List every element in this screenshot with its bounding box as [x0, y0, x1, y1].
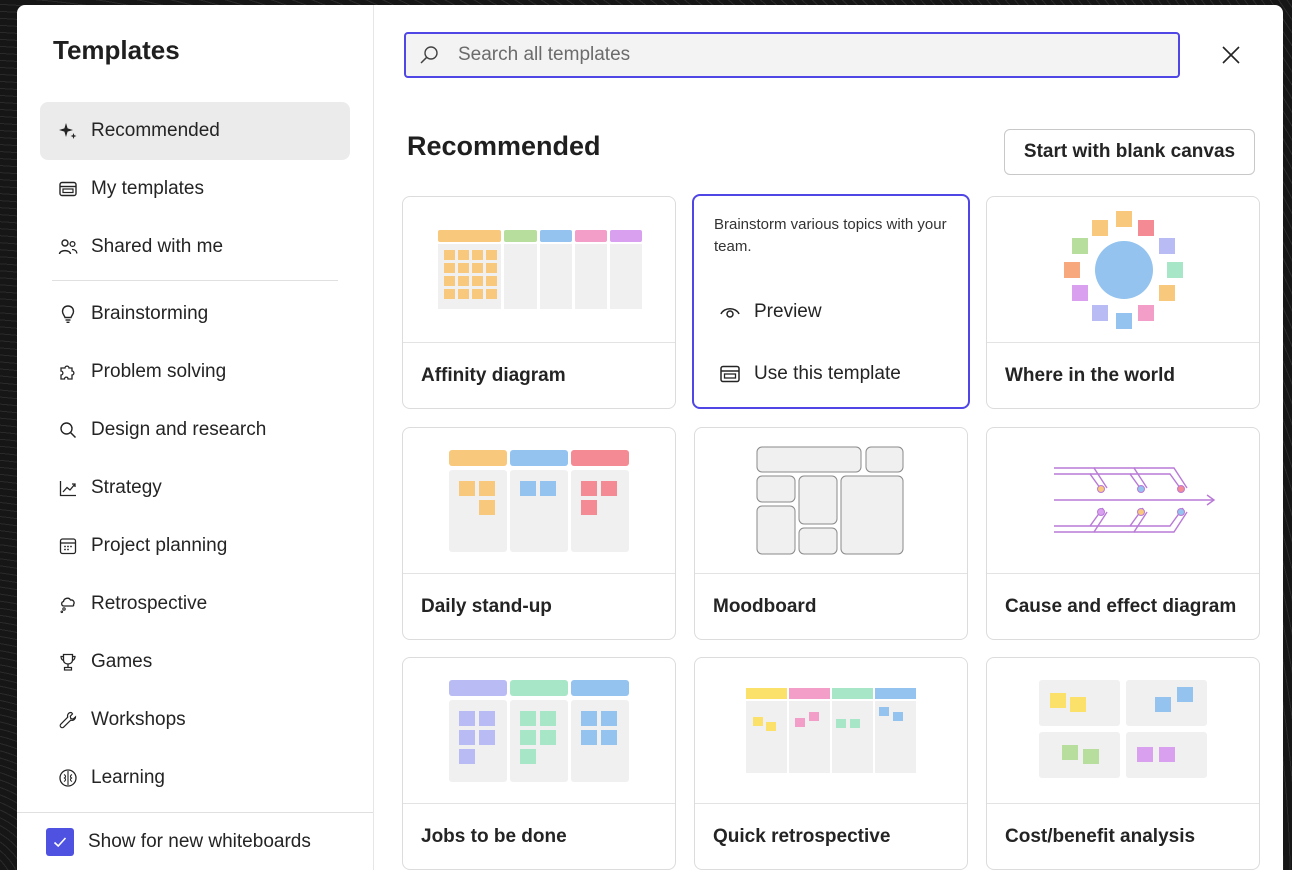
lightbulb-icon — [57, 303, 79, 325]
template-card-daily-stand-up[interactable]: Daily stand-up — [402, 427, 676, 640]
template-card-label: Affinity diagram — [421, 365, 566, 386]
search-icon — [420, 46, 438, 64]
sidebar-item-learning[interactable]: Learning — [40, 749, 350, 807]
sidebar-item-label: Retrospective — [91, 593, 208, 614]
sidebar-nav: Recommended My templates Shared with me — [40, 102, 350, 807]
template-card-label: Quick retrospective — [713, 826, 891, 847]
people-icon — [57, 236, 79, 258]
where-in-the-world-preview — [1064, 211, 1183, 329]
template-thumbnail — [403, 658, 675, 804]
sidebar-item-problem-solving[interactable]: Problem solving — [40, 343, 350, 401]
sidebar-item-label: Shared with me — [91, 236, 224, 257]
moodboard-preview — [756, 446, 904, 555]
template-thumbnail — [403, 428, 675, 574]
templates-dialog: Templates Recommended My templates Share… — [17, 5, 1283, 870]
search-icon — [57, 419, 79, 441]
template-thumbnail — [987, 658, 1259, 804]
template-thumbnail — [403, 197, 675, 343]
start-with-blank-canvas-button[interactable]: Start with blank canvas — [1004, 129, 1255, 175]
nav-divider — [52, 280, 338, 281]
template-card-moodboard[interactable]: Moodboard — [694, 427, 968, 640]
sidebar-item-label: Project planning — [91, 535, 228, 556]
show-for-new-whiteboards-checkbox[interactable] — [46, 827, 74, 856]
preview-label: Preview — [754, 301, 822, 322]
sidebar: Templates Recommended My templates Share… — [17, 5, 374, 870]
sidebar-item-label: Brainstorming — [91, 303, 209, 324]
template-card-cause-and-effect-diagram[interactable]: Cause and effect diagram — [986, 427, 1260, 640]
daily-stand-up-preview — [449, 450, 629, 552]
sidebar-item-label: Games — [91, 651, 153, 672]
wrench-icon — [57, 709, 79, 731]
template-thumbnail — [987, 197, 1259, 343]
calendar-icon — [57, 535, 79, 557]
template-card-brainstorm[interactable]: Brainstorm various topics with your team… — [692, 194, 970, 409]
sidebar-item-games[interactable]: Games — [40, 633, 350, 691]
search-input[interactable] — [458, 44, 1138, 66]
template-card-label: Jobs to be done — [421, 826, 567, 847]
sidebar-item-label: Workshops — [91, 709, 186, 730]
cause-and-effect-preview — [1054, 467, 1216, 533]
sidebar-item-label: Strategy — [91, 477, 162, 498]
sidebar-item-shared-with-me[interactable]: Shared with me — [40, 218, 350, 276]
template-icon — [718, 362, 742, 386]
template-card-label: Cost/benefit analysis — [1005, 826, 1196, 847]
sidebar-item-project-planning[interactable]: Project planning — [40, 517, 350, 575]
show-for-new-whiteboards-label: Show for new whiteboards — [88, 830, 311, 852]
sidebar-footer: Show for new whiteboards — [17, 812, 373, 870]
sidebar-item-strategy[interactable]: Strategy — [40, 459, 350, 517]
sparkle-icon — [57, 120, 79, 142]
use-this-template-label: Use this template — [754, 363, 901, 384]
preview-button[interactable]: Preview — [718, 300, 822, 324]
chart-line-icon — [57, 477, 79, 499]
close-button[interactable] — [1218, 42, 1244, 68]
sidebar-item-label: My templates — [91, 178, 204, 199]
sidebar-item-label: Recommended — [91, 120, 220, 141]
template-card-where-in-the-world[interactable]: Where in the world — [986, 196, 1260, 409]
template-card-label: Cause and effect diagram — [1005, 596, 1237, 617]
sidebar-item-workshops[interactable]: Workshops — [40, 691, 350, 749]
sidebar-title: Templates — [53, 35, 180, 65]
section-title: Recommended — [407, 131, 601, 161]
template-card-affinity-diagram[interactable]: Affinity diagram — [402, 196, 676, 409]
close-icon — [1222, 46, 1240, 64]
search-box[interactable] — [404, 32, 1180, 78]
main-panel: Recommended Start with blank canvas — [374, 5, 1283, 870]
template-card-cost-benefit-analysis[interactable]: Cost/benefit analysis — [986, 657, 1260, 870]
template-card-label: Where in the world — [1005, 365, 1175, 386]
sidebar-item-label: Problem solving — [91, 361, 227, 382]
template-card-quick-retrospective[interactable]: Quick retrospective — [694, 657, 968, 870]
quick-retrospective-preview — [746, 688, 916, 773]
template-icon — [57, 178, 79, 200]
template-description: Brainstorm various topics with your team… — [714, 216, 947, 255]
checkmark-icon — [53, 836, 67, 847]
trophy-icon — [57, 651, 79, 673]
template-card-label: Daily stand-up — [421, 596, 552, 617]
sidebar-item-design-and-research[interactable]: Design and research — [40, 401, 350, 459]
sidebar-item-label: Learning — [91, 767, 165, 788]
sidebar-item-recommended[interactable]: Recommended — [40, 102, 350, 160]
brain-icon — [57, 767, 79, 789]
jobs-to-be-done-preview — [449, 680, 629, 782]
sidebar-item-my-templates[interactable]: My templates — [40, 160, 350, 218]
sidebar-item-label: Design and research — [91, 419, 267, 440]
template-thumbnail — [987, 428, 1259, 574]
puzzle-icon — [57, 361, 79, 383]
cloud-thought-icon — [57, 593, 79, 615]
eye-icon — [718, 300, 742, 324]
template-thumbnail — [695, 658, 967, 804]
use-this-template-button[interactable]: Use this template — [718, 362, 901, 386]
template-card-jobs-to-be-done[interactable]: Jobs to be done — [402, 657, 676, 870]
template-thumbnail — [695, 428, 967, 574]
sidebar-item-retrospective[interactable]: Retrospective — [40, 575, 350, 633]
sidebar-item-brainstorming[interactable]: Brainstorming — [40, 285, 350, 343]
affinity-diagram-preview — [438, 230, 642, 309]
cost-benefit-preview — [1039, 680, 1207, 778]
template-card-label: Moodboard — [713, 596, 817, 617]
